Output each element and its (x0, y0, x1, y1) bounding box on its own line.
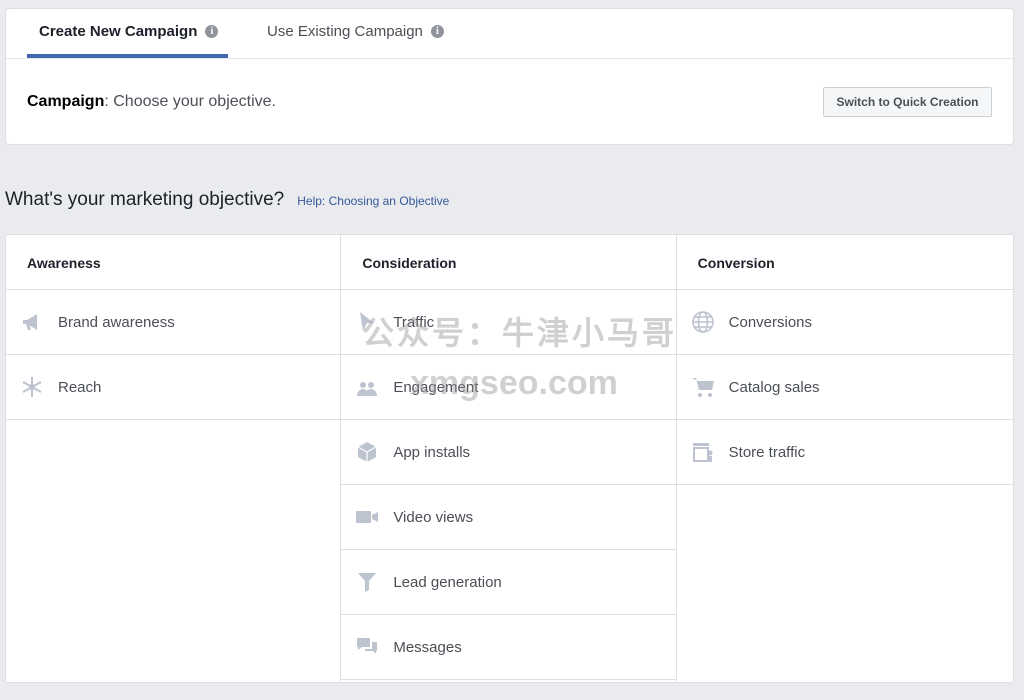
funnel-icon (355, 570, 379, 594)
column-awareness: Awareness Brand awareness Reach (6, 235, 342, 682)
campaign-card: Create New Campaign i Use Existing Campai… (5, 8, 1014, 145)
objective-heading: What's your marketing objective? Help: Ch… (5, 189, 449, 211)
objective-messages[interactable]: Messages (341, 615, 676, 680)
tab-label: Create New Campaign (39, 23, 198, 40)
cursor-icon (355, 310, 379, 334)
objective-label: Messages (393, 638, 462, 656)
tab-bar: Create New Campaign i Use Existing Campai… (6, 9, 1013, 59)
objective-label: Brand awareness (58, 313, 175, 331)
objective-engagement[interactable]: Engagement (341, 355, 676, 420)
asterisk-nodes-icon (20, 375, 44, 399)
objective-label: App installs (393, 443, 471, 461)
objective-lead-generation[interactable]: Lead generation (341, 550, 676, 615)
objective-label: Store traffic (728, 443, 806, 461)
objective-label: Catalog sales (728, 378, 820, 396)
objective-conversions[interactable]: Conversions (676, 290, 1013, 355)
objective-label: Conversions (728, 313, 813, 331)
active-tab-indicator (27, 54, 228, 58)
objective-catalog-sales[interactable]: Catalog sales (676, 355, 1013, 420)
objective-video-views[interactable]: Video views (341, 485, 676, 550)
tab-label: Use Existing Campaign (267, 23, 423, 40)
info-icon[interactable]: i (205, 25, 219, 38)
page-title: What's your marketing objective? (5, 189, 285, 210)
campaign-label: Campaign (27, 93, 105, 110)
campaign-prompt: Campaign: Choose your objective. (27, 93, 276, 111)
tab-use-existing-campaign[interactable]: Use Existing Campaign i (267, 23, 444, 40)
tab-create-new-campaign[interactable]: Create New Campaign i (39, 23, 219, 40)
objective-label: Reach (58, 378, 102, 396)
box-icon (355, 440, 379, 464)
objective-label: Engagement (393, 378, 479, 396)
globe-icon (691, 310, 715, 334)
objective-label: Traffic (393, 313, 435, 331)
objective-reach[interactable]: Reach (6, 355, 341, 420)
objective-table: Awareness Brand awareness Reach Considerati… (5, 234, 1014, 683)
video-camera-icon (355, 505, 379, 529)
objective-store-traffic[interactable]: Store traffic (676, 420, 1013, 485)
megaphone-icon (20, 310, 44, 334)
campaign-text: : Choose your objective. (104, 93, 276, 110)
objective-label: Video views (393, 508, 474, 526)
column-conversion: Conversion Conversions Catalog sales Store … (676, 235, 1013, 682)
info-icon[interactable]: i (430, 25, 444, 38)
objective-app-installs[interactable]: App installs (341, 420, 676, 485)
column-header: Conversion (676, 235, 1013, 290)
chat-bubbles-icon (355, 635, 379, 659)
column-header: Consideration (341, 235, 676, 290)
switch-to-quick-creation-button[interactable]: Switch to Quick Creation (823, 87, 992, 117)
cart-icon (691, 375, 715, 399)
store-icon (691, 440, 715, 464)
people-icon (355, 375, 379, 399)
objective-traffic[interactable]: Traffic (341, 290, 676, 355)
column-consideration: Consideration Traffic Engagement App instal… (341, 235, 677, 682)
objective-label: Lead generation (393, 573, 502, 591)
help-link[interactable]: Help: Choosing an Objective (297, 194, 449, 208)
column-header: Awareness (6, 235, 341, 290)
objective-brand-awareness[interactable]: Brand awareness (6, 290, 341, 355)
